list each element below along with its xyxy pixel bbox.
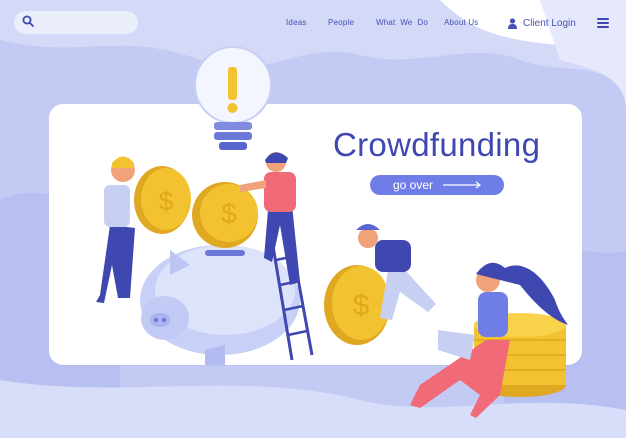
search-icon[interactable] bbox=[22, 14, 34, 32]
nav-link-people[interactable]: People bbox=[328, 18, 354, 27]
client-login-link[interactable]: Client Login bbox=[508, 15, 576, 31]
arrow-right-icon bbox=[433, 176, 483, 194]
search-bar[interactable] bbox=[14, 11, 140, 34]
user-icon bbox=[508, 17, 517, 29]
go-over-button[interactable]: go over bbox=[370, 175, 504, 195]
nav-link-what-we-do[interactable]: What We Do bbox=[376, 18, 428, 27]
nav-link-ideas[interactable]: Ideas bbox=[286, 18, 307, 27]
hero-title: Crowdfunding bbox=[333, 126, 541, 163]
client-login-label: Client Login bbox=[523, 17, 576, 29]
nav-link-about-us[interactable]: About Us bbox=[444, 18, 479, 27]
go-over-label: go over bbox=[393, 178, 434, 192]
menu-icon[interactable] bbox=[597, 15, 609, 28]
search-input[interactable] bbox=[40, 13, 140, 32]
